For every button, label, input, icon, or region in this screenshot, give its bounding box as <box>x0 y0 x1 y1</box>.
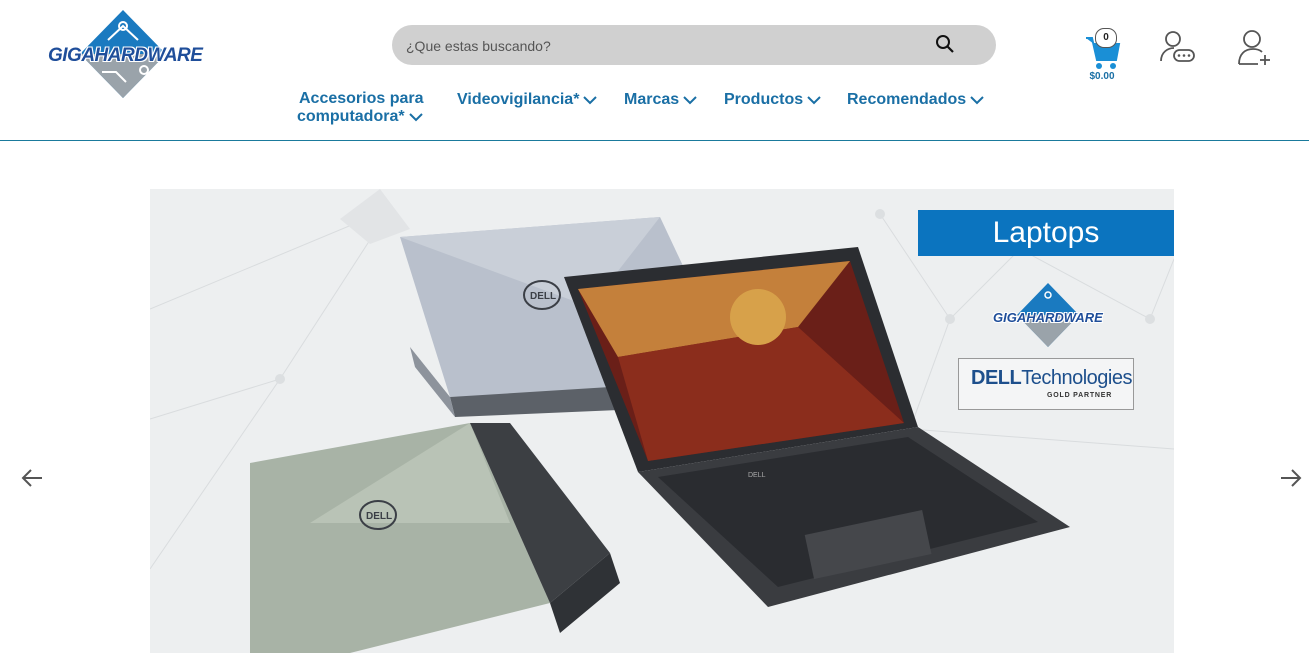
arrow-right-icon[interactable] <box>1279 466 1303 490</box>
nav-item-productos[interactable]: Productos <box>724 90 821 110</box>
partner-suffix: Technologies <box>1021 367 1132 389</box>
arrow-left-icon[interactable] <box>20 466 44 490</box>
nav-item-label: Productos <box>724 91 804 108</box>
laptop-logo-text: DELL <box>748 472 766 479</box>
nav-item-accesorios[interactable]: Accesorios para computadora* <box>297 90 424 126</box>
nav-item-label: computadora* <box>297 108 405 125</box>
banner-logo-text: GIGAHARDWARE <box>993 310 1103 325</box>
partner-level: GOLD PARTNER <box>1047 392 1113 399</box>
laptop-green-image: DELL <box>250 423 620 653</box>
nav-item-label: Accesorios para <box>299 90 424 107</box>
nav-item-label: Recomendados <box>847 91 967 108</box>
chevron-down-icon <box>807 96 821 105</box>
dell-partner-badge: DELLTechnologies GOLD PARTNER <box>958 358 1134 410</box>
laptop-logo-text: DELL <box>366 511 392 522</box>
cart-total: $0.00 <box>1089 71 1115 82</box>
chevron-down-icon <box>408 113 423 122</box>
search-icon[interactable] <box>934 33 956 55</box>
banner-logo: GIGAHARDWARE <box>993 283 1103 349</box>
chevron-down-icon <box>970 96 984 105</box>
search-input[interactable] <box>404 25 928 67</box>
chevron-down-icon <box>583 96 598 105</box>
nav-item-label: Videovigilancia* <box>457 91 580 108</box>
site-logo[interactable]: GIGAHARDWARE <box>46 10 203 100</box>
partner-brand: DELL <box>971 367 1022 389</box>
nav-item-recomendados[interactable]: Recomendados <box>847 90 984 110</box>
nav-item-videovigilancia[interactable]: Videovigilancia* <box>457 90 598 110</box>
hero-banner[interactable]: DELL DELL DELL Laptops GIGAHARDWARE DELL… <box>150 189 1174 653</box>
chevron-down-icon <box>683 96 697 105</box>
user-add-icon[interactable] <box>1236 28 1274 68</box>
banner-title: Laptops <box>918 210 1174 256</box>
nav-item-marcas[interactable]: Marcas <box>624 90 697 110</box>
cart-count-badge: 0 <box>1095 28 1117 48</box>
search-bar[interactable] <box>392 25 996 67</box>
logo-text: GIGAHARDWARE <box>48 45 203 66</box>
site-header: GIGAHARDWARE 0 $0.00 Accesorios para c <box>0 0 1309 141</box>
laptop-logo-text: DELL <box>530 291 556 302</box>
nav-item-label: Marcas <box>624 91 680 108</box>
user-login-icon[interactable] <box>1158 28 1196 66</box>
